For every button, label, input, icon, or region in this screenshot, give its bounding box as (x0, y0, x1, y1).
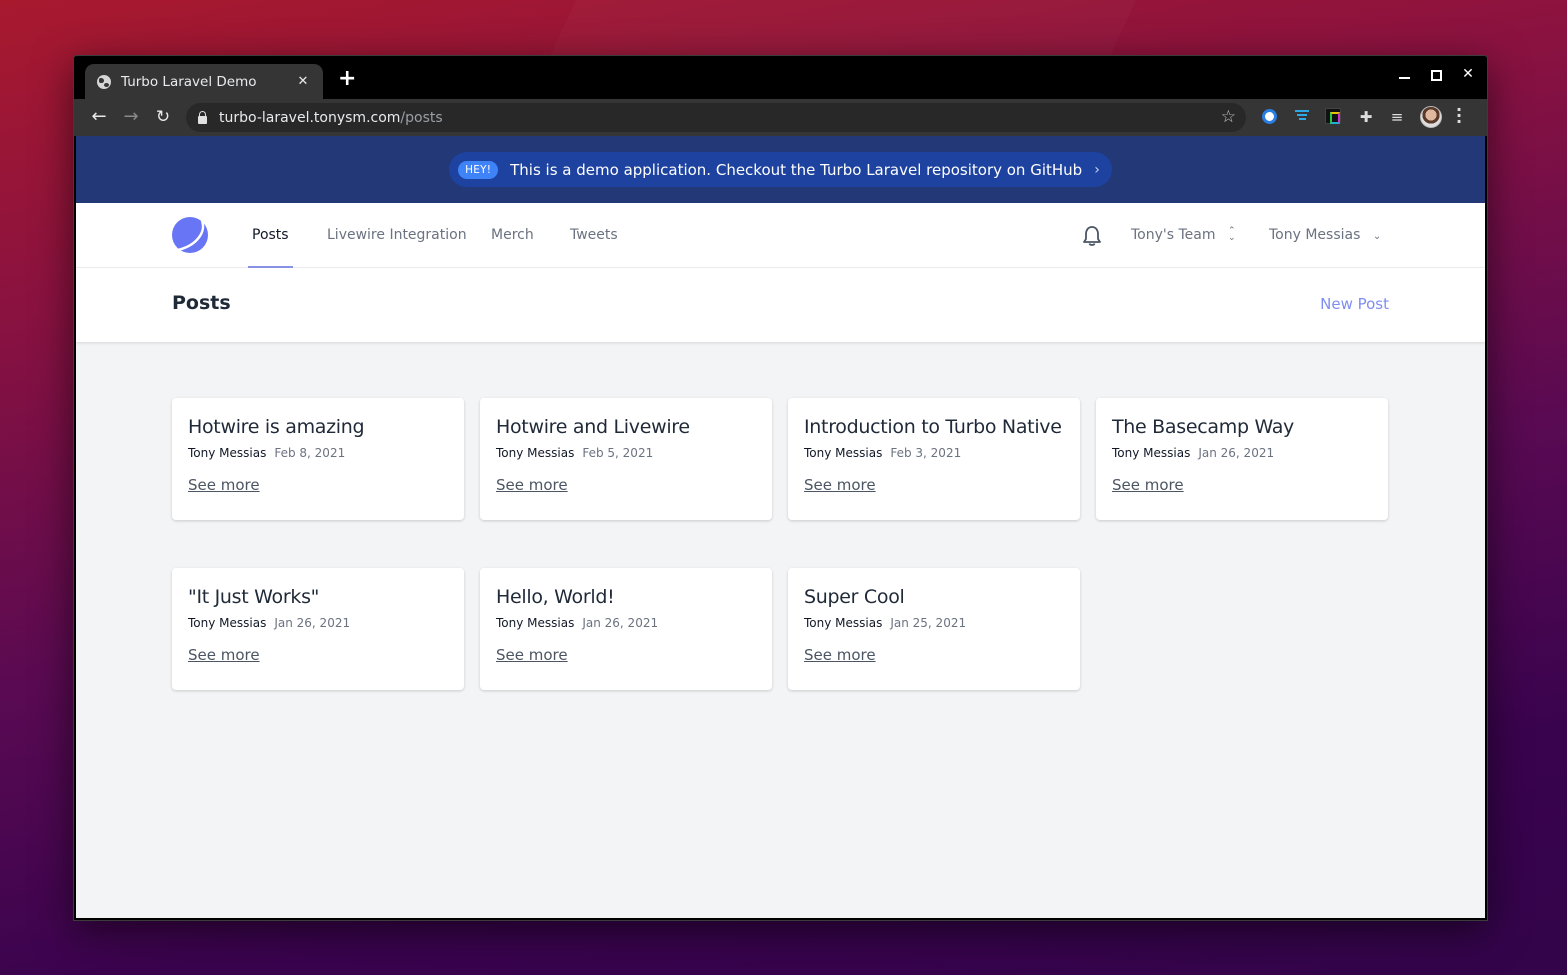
see-more-link[interactable]: See more (188, 646, 260, 664)
minimize-icon (1398, 77, 1410, 79)
hey-badge: HEY! (458, 160, 499, 179)
demo-banner: HEY! This is a demo application. Checkou… (76, 136, 1485, 203)
nav-posts[interactable]: Posts (248, 203, 293, 268)
bookmark-star-icon[interactable]: ☆ (1221, 107, 1236, 127)
url-host: turbo-laravel.tonysm.com (219, 109, 401, 126)
selector-icon: ⌃ ⌄ (1227, 226, 1236, 243)
tab-title: Turbo Laravel Demo (121, 73, 257, 90)
back-button[interactable]: ← (88, 107, 110, 129)
see-more-link[interactable]: See more (496, 476, 568, 494)
post-title: The Basecamp Way (1112, 416, 1294, 438)
app-logo[interactable] (172, 217, 208, 253)
page-header: Posts New Post (76, 268, 1485, 342)
forward-button[interactable]: → (120, 107, 142, 129)
post-date: Feb 8, 2021 (274, 446, 346, 460)
post-card: Introduction to Turbo Native Tony Messia… (788, 398, 1080, 520)
team-switcher[interactable]: Tony's Team ⌃ ⌄ (1131, 203, 1236, 268)
media-playlist-icon[interactable]: ≡ (1388, 108, 1406, 126)
post-title: "It Just Works" (188, 586, 320, 608)
new-tab-button[interactable]: + (338, 68, 356, 90)
see-more-link[interactable]: See more (496, 646, 568, 664)
chevron-down-icon: ⌄ (1372, 231, 1382, 242)
banner-text: This is a demo application. Checkout the… (510, 160, 1083, 179)
nav-tweets[interactable]: Tweets (570, 203, 618, 268)
post-title: Hello, World! (496, 586, 615, 608)
post-card: The Basecamp Way Tony Messias Jan 26, 202… (1096, 398, 1388, 520)
address-bar[interactable]: turbo-laravel.tonysm.com/posts ☆ (186, 103, 1246, 132)
post-card: Hotwire is amazing Tony Messias Feb 8, 20… (172, 398, 464, 520)
page-viewport: HEY! This is a demo application. Checkou… (76, 136, 1485, 918)
post-card: "It Just Works" Tony Messias Jan 26, 2021… (172, 568, 464, 690)
password-manager-icon[interactable] (1261, 108, 1279, 126)
post-title: Hotwire and Livewire (496, 416, 690, 438)
browser-titlebar: Turbo Laravel Demo ✕ + ✕ (74, 56, 1487, 99)
see-more-link[interactable]: See more (188, 476, 260, 494)
post-date: Jan 26, 2021 (1198, 446, 1275, 460)
reload-button[interactable]: ↻ (152, 107, 174, 129)
user-name: Tony Messias (1269, 227, 1361, 243)
nav-merch[interactable]: Merch (491, 203, 534, 268)
app-navbar: Posts Livewire Integration Merch Tweets … (76, 203, 1485, 268)
close-window-button[interactable]: ✕ (1458, 66, 1478, 82)
page-title: Posts (172, 292, 231, 314)
post-date: Jan 26, 2021 (274, 616, 351, 630)
post-date: Feb 3, 2021 (890, 446, 962, 460)
post-title: Introduction to Turbo Native (804, 416, 1062, 438)
post-author: Tony Messias (1112, 446, 1191, 460)
profile-avatar[interactable] (1420, 106, 1442, 128)
see-more-link[interactable]: See more (804, 476, 876, 494)
post-date: Jan 26, 2021 (582, 616, 659, 630)
see-more-link[interactable]: See more (804, 646, 876, 664)
post-author: Tony Messias (804, 616, 883, 630)
color-extension-icon[interactable] (1325, 108, 1343, 126)
post-date: Feb 5, 2021 (582, 446, 654, 460)
notifications-bell-icon[interactable] (1081, 224, 1103, 248)
browser-toolbar: ← → ↻ turbo-laravel.tonysm.com/posts ☆ ✚… (74, 99, 1487, 136)
user-menu-dropdown[interactable]: Tony Messias ⌄ (1269, 203, 1381, 268)
browser-window: Turbo Laravel Demo ✕ + ✕ ← → ↻ turbo-lar… (73, 55, 1488, 921)
post-author: Tony Messias (804, 446, 883, 460)
post-card: Hello, World! Tony Messias Jan 26, 2021 S… (480, 568, 772, 690)
post-date: Jan 25, 2021 (890, 616, 967, 630)
tab-close-icon[interactable]: ✕ (293, 74, 313, 89)
chevron-right-icon: › (1094, 161, 1100, 178)
see-more-link[interactable]: See more (1112, 476, 1184, 494)
puzzle-extensions-icon[interactable]: ✚ (1357, 108, 1375, 126)
nav-livewire-integration[interactable]: Livewire Integration (327, 203, 467, 268)
minimize-button[interactable] (1394, 66, 1414, 79)
post-author: Tony Messias (496, 616, 575, 630)
post-title: Hotwire is amazing (188, 416, 365, 438)
globe-icon (97, 74, 111, 89)
post-title: Super Cool (804, 586, 905, 608)
posts-grid: Hotwire is amazing Tony Messias Feb 8, 20… (172, 398, 1388, 690)
url-path: /posts (400, 109, 443, 126)
lock-icon[interactable] (198, 110, 207, 124)
filter-extension-icon[interactable] (1293, 108, 1311, 126)
post-author: Tony Messias (188, 616, 267, 630)
post-card: Hotwire and Livewire Tony Messias Feb 5, … (480, 398, 772, 520)
post-card: Super Cool Tony Messias Jan 25, 2021 See … (788, 568, 1080, 690)
browser-tab[interactable]: Turbo Laravel Demo ✕ (85, 64, 323, 99)
browser-menu-icon[interactable]: · · · (1454, 102, 1464, 130)
post-author: Tony Messias (496, 446, 575, 460)
new-post-button[interactable]: New Post (1320, 295, 1389, 313)
github-banner-link[interactable]: HEY! This is a demo application. Checkou… (449, 152, 1112, 187)
maximize-icon (1430, 70, 1442, 81)
maximize-button[interactable] (1426, 66, 1446, 81)
post-author: Tony Messias (188, 446, 267, 460)
team-name: Tony's Team (1131, 227, 1216, 243)
